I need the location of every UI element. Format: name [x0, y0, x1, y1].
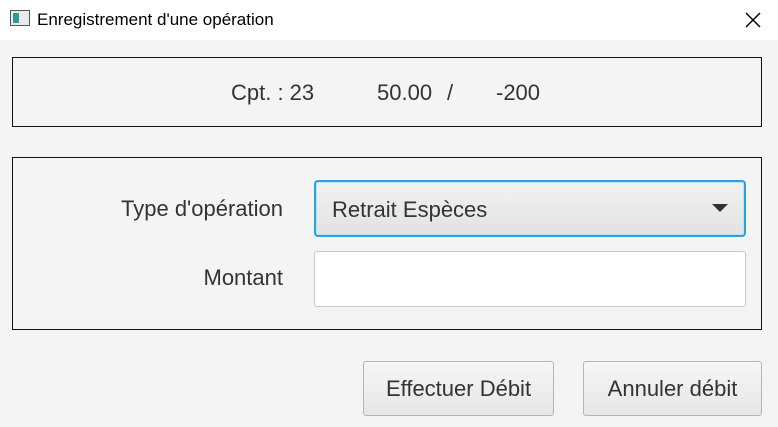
chevron-down-icon: [712, 204, 728, 212]
amount-label: Montant: [203, 265, 284, 290]
close-button[interactable]: [728, 0, 778, 40]
title-bar: Enregistrement d'une opération: [0, 0, 778, 40]
account-info-panel: Cpt. : 23 50.00 / -200: [12, 57, 762, 127]
info-separator: /: [447, 80, 454, 105]
account-balance: 50.00: [377, 80, 433, 105]
operation-type-value: Retrait Espèces: [332, 197, 488, 222]
overdraft-limit: -200: [496, 80, 541, 105]
window-icon: [10, 10, 30, 26]
perform-debit-button[interactable]: Effectuer Débit: [363, 361, 554, 416]
amount-input[interactable]: [314, 251, 746, 307]
operation-type-label: Type d'opération: [121, 196, 283, 221]
window-title: Enregistrement d'une opération: [37, 10, 274, 29]
account-number: Cpt. : 23: [231, 80, 315, 105]
operation-form: Type d'opération Retrait Espèces Montant: [12, 157, 762, 330]
close-icon: [745, 12, 761, 28]
operation-type-select[interactable]: Retrait Espèces: [314, 180, 746, 237]
cancel-debit-button[interactable]: Annuler débit: [583, 361, 762, 416]
